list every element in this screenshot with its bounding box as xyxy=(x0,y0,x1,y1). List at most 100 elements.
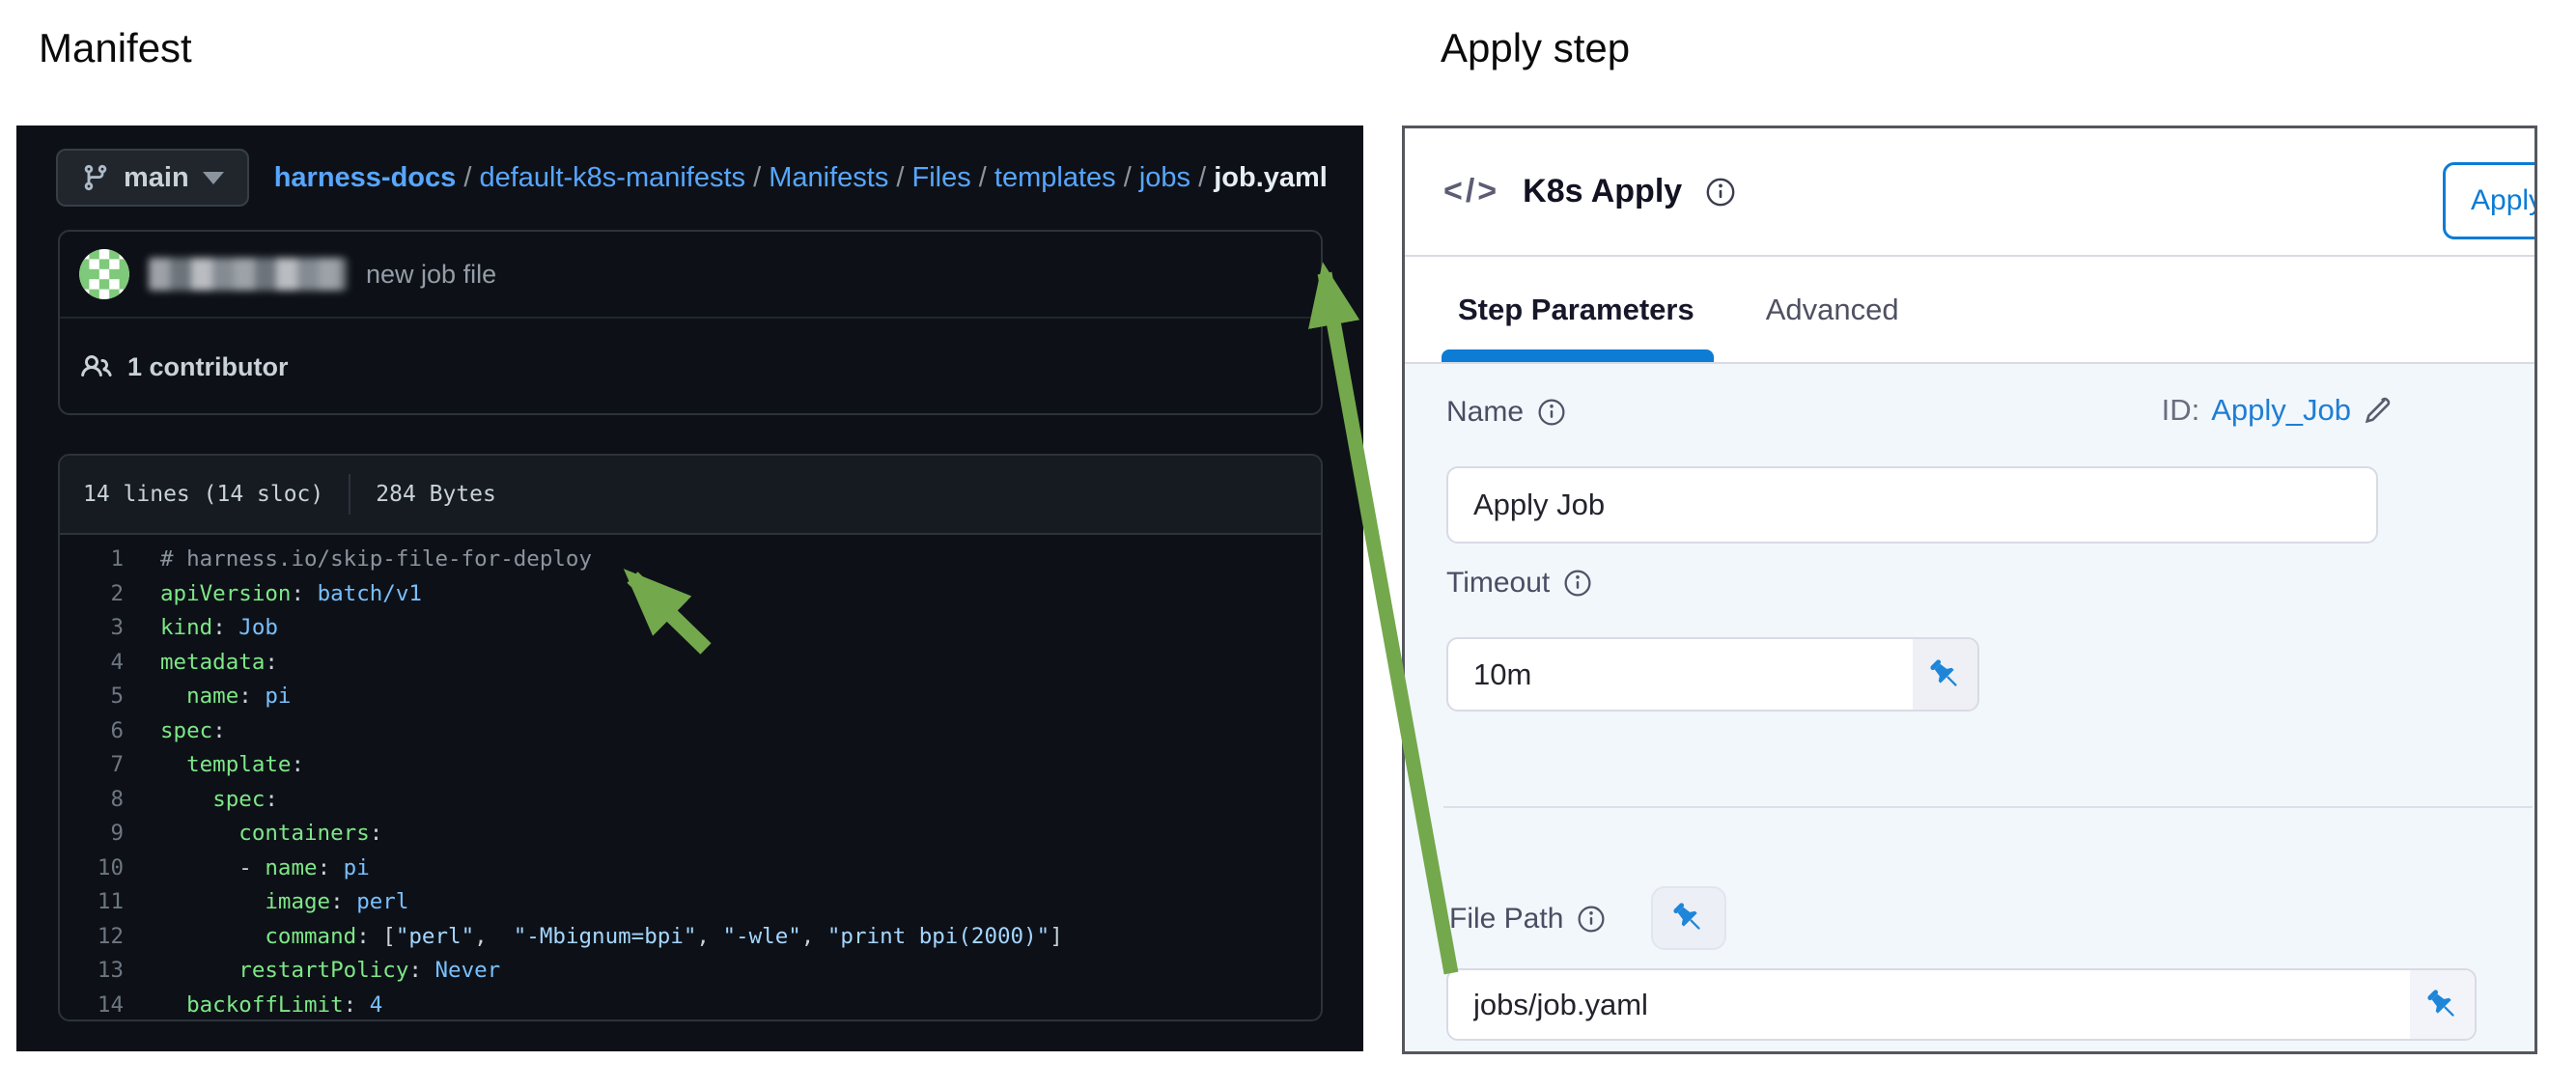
commit-message-link[interactable]: new job file xyxy=(366,260,496,290)
avatar[interactable] xyxy=(79,249,129,299)
id-label: ID: xyxy=(2162,393,2200,428)
code-text: containers: xyxy=(124,817,382,852)
code-line-8: 8 spec: xyxy=(60,783,1321,818)
code-text: apiVersion: batch/v1 xyxy=(124,577,422,612)
line-number[interactable]: 4 xyxy=(60,646,124,681)
breadcrumb-segment-harness-docs[interactable]: harness-docs xyxy=(274,162,457,193)
latest-commit-box: new job file 1 contributor xyxy=(58,230,1323,415)
step-id-row: ID: Apply_Job xyxy=(2162,393,2392,428)
breadcrumb-segment-templates[interactable]: templates xyxy=(994,162,1116,193)
id-value-link[interactable]: Apply_Job xyxy=(2211,393,2351,428)
file-path-info-icon[interactable] xyxy=(1577,905,1606,934)
apply-changes-button[interactable]: Apply xyxy=(2443,162,2537,239)
edit-id-pencil-icon[interactable] xyxy=(2363,396,2392,425)
file-path-input[interactable] xyxy=(1448,970,2410,1039)
code-line-10: 10 - name: pi xyxy=(60,852,1321,886)
line-number[interactable]: 7 xyxy=(60,748,124,783)
manifest-section-title: Manifest xyxy=(39,25,192,71)
code-line-7: 7 template: xyxy=(60,748,1321,783)
breadcrumb-segment-default-k8s-manifests[interactable]: default-k8s-manifests xyxy=(479,162,745,193)
name-info-icon[interactable] xyxy=(1537,398,1566,427)
timeout-label-text: Timeout xyxy=(1446,567,1550,600)
code-text: backoffLimit: 4 xyxy=(124,989,382,1022)
file-size: 284 Bytes xyxy=(376,482,496,507)
code-line-9: 9 containers: xyxy=(60,817,1321,852)
code-line-4: 4metadata: xyxy=(60,646,1321,681)
github-file-header: main harness-docs / default-k8s-manifest… xyxy=(16,126,1363,230)
code-line-14: 14 backoffLimit: 4 xyxy=(60,989,1321,1022)
breadcrumb-separator: / xyxy=(1116,162,1139,193)
tab-step-parameters[interactable]: Step Parameters xyxy=(1450,257,1702,362)
code-text: name: pi xyxy=(124,680,291,714)
branch-name: main xyxy=(124,162,189,194)
code-line-5: 5 name: pi xyxy=(60,680,1321,714)
breadcrumb-separator: / xyxy=(971,162,994,193)
file-path-pin-toggle[interactable] xyxy=(2410,970,2475,1039)
file-path-label-text: File Path xyxy=(1449,903,1563,935)
breadcrumb-separator: / xyxy=(456,162,479,193)
k8s-apply-step-panel: </> K8s Apply Apply Step Parameters Advan… xyxy=(1402,126,2537,1054)
code-line-1: 1# harness.io/skip-file-for-deploy xyxy=(60,543,1321,577)
code-text: image: perl xyxy=(124,885,408,920)
github-file-panel: main harness-docs / default-k8s-manifest… xyxy=(16,126,1363,1051)
timeout-input[interactable] xyxy=(1448,639,1913,710)
line-number[interactable]: 14 xyxy=(60,989,124,1022)
line-number[interactable]: 2 xyxy=(60,577,124,612)
step-header: </> K8s Apply Apply xyxy=(1405,128,2534,257)
line-number[interactable]: 10 xyxy=(60,852,124,886)
timeout-input-wrap xyxy=(1446,637,1979,712)
code-line-3: 3kind: Job xyxy=(60,611,1321,646)
tab-advanced[interactable]: Advanced xyxy=(1758,257,1907,362)
name-label-text: Name xyxy=(1446,396,1524,429)
code-line-6: 6spec: xyxy=(60,714,1321,749)
code-line-2: 2apiVersion: batch/v1 xyxy=(60,577,1321,612)
file-path-pin-button[interactable] xyxy=(1651,886,1726,950)
breadcrumb-segment-manifests[interactable]: Manifests xyxy=(769,162,888,193)
line-number[interactable]: 11 xyxy=(60,885,124,920)
code-text: spec: xyxy=(124,714,226,749)
breadcrumb-segment-files[interactable]: Files xyxy=(912,162,971,193)
code-text: metadata: xyxy=(124,646,278,681)
contributors-row[interactable]: 1 contributor xyxy=(60,319,1321,415)
line-number[interactable]: 13 xyxy=(60,954,124,989)
code-text: kind: Job xyxy=(124,611,278,646)
screenshot-canvas: Manifest Apply step main harness-docs / … xyxy=(0,0,2576,1089)
breadcrumb: harness-docs / default-k8s-manifests / M… xyxy=(274,162,1328,194)
pin-icon xyxy=(1669,899,1708,937)
breadcrumb-segment-job-yaml: job.yaml xyxy=(1214,162,1328,193)
breadcrumb-segment-jobs[interactable]: jobs xyxy=(1139,162,1190,193)
name-input[interactable] xyxy=(1448,468,2376,542)
line-number[interactable]: 6 xyxy=(60,714,124,749)
code-view: 1# harness.io/skip-file-for-deploy2apiVe… xyxy=(60,535,1321,1021)
code-text: command: ["perl", "-Mbignum=bpi", "-wle"… xyxy=(124,920,1063,955)
line-number[interactable]: 12 xyxy=(60,920,124,955)
code-text: template: xyxy=(124,748,304,783)
line-number[interactable]: 5 xyxy=(60,680,124,714)
line-number[interactable]: 3 xyxy=(60,611,124,646)
contributors-count: 1 contributor xyxy=(127,352,289,382)
pin-icon xyxy=(1926,656,1965,694)
section-divider xyxy=(1443,806,2533,808)
timeout-pin-toggle[interactable] xyxy=(1913,639,1977,710)
line-number[interactable]: 1 xyxy=(60,543,124,577)
branch-selector-button[interactable]: main xyxy=(56,149,249,207)
step-tabs: Step Parameters Advanced xyxy=(1405,257,2534,364)
line-number[interactable]: 9 xyxy=(60,817,124,852)
git-branch-icon xyxy=(81,163,110,192)
timeout-info-icon[interactable] xyxy=(1563,569,1592,598)
pin-icon xyxy=(2423,986,2462,1024)
breadcrumb-separator: / xyxy=(888,162,911,193)
chevron-down-icon xyxy=(203,172,224,184)
step-title: K8s Apply xyxy=(1523,173,1682,210)
people-icon xyxy=(81,351,112,382)
line-number[interactable]: 8 xyxy=(60,783,124,818)
code-line-13: 13 restartPolicy: Never xyxy=(60,954,1321,989)
code-line-11: 11 image: perl xyxy=(60,885,1321,920)
breadcrumb-separator: / xyxy=(745,162,769,193)
code-text: spec: xyxy=(124,783,278,818)
file-lines-count: 14 lines (14 sloc) xyxy=(83,482,323,507)
code-icon: </> xyxy=(1443,173,1499,210)
file-stats-bar: 14 lines (14 sloc) 284 Bytes xyxy=(60,456,1321,535)
step-info-icon[interactable] xyxy=(1705,177,1736,208)
file-content-box: 14 lines (14 sloc) 284 Bytes 1# harness.… xyxy=(58,454,1323,1021)
